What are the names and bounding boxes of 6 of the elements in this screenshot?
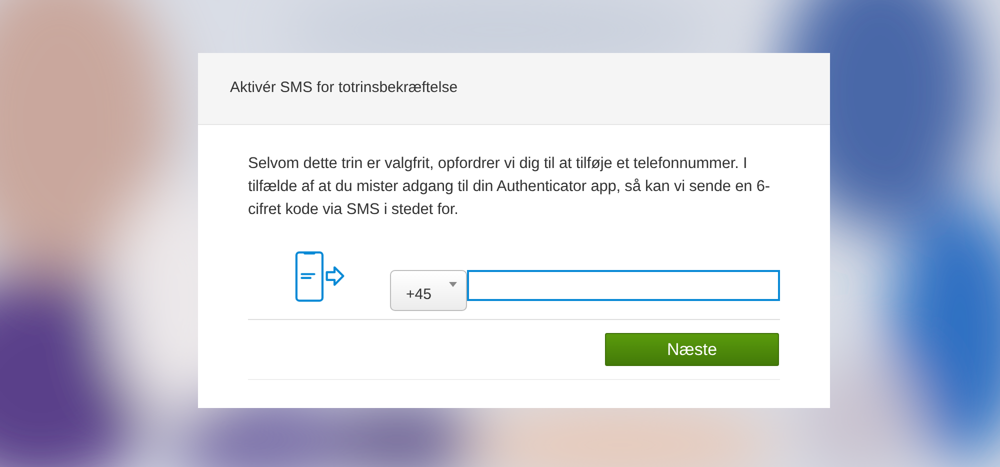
description-text: Selvom dette trin er valgfrit, opfordrer vi dig til at tilføje et telefonnummer. I tilfælde af at du mister adgang til din Authenticator app, så kan vi sende en 6-cifret kode via SMS i stedet for. xyxy=(248,154,771,220)
country-code-select[interactable]: +45 xyxy=(390,270,467,311)
next-button[interactable]: Næste xyxy=(605,333,779,366)
phone-number-field[interactable] xyxy=(467,270,780,301)
caret-icon xyxy=(449,282,457,287)
dialog-title: Aktivér SMS for totrinsbekræftelse xyxy=(230,78,458,98)
